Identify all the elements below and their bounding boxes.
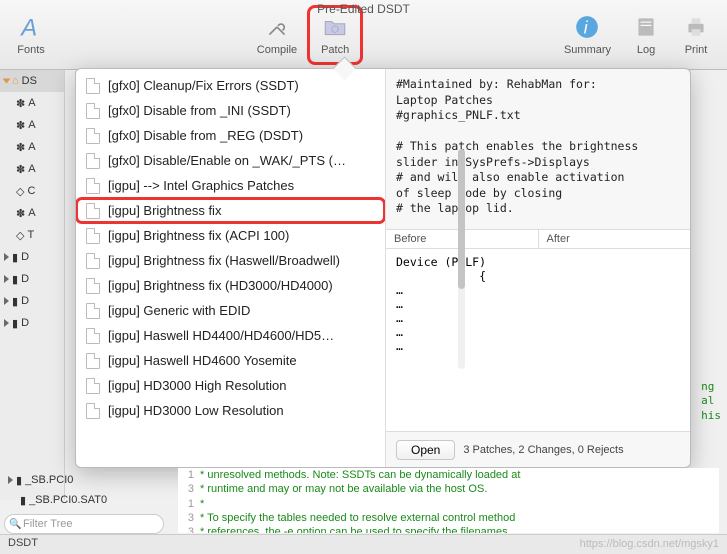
document-icon xyxy=(86,103,100,119)
printer-icon xyxy=(681,12,711,42)
after-col: After xyxy=(539,230,691,248)
document-icon xyxy=(86,228,100,244)
patch-list[interactable]: [gfx0] Cleanup/Fix Errors (SSDT) [gfx0] D… xyxy=(76,69,386,467)
patch-row[interactable]: [gfx0] Cleanup/Fix Errors (SSDT) xyxy=(76,73,385,98)
patch-row[interactable]: [igpu] --> Intel Graphics Patches xyxy=(76,173,385,198)
document-icon xyxy=(86,253,100,269)
document-icon xyxy=(86,278,100,294)
sidebar-item[interactable]: ◇ T xyxy=(0,224,64,246)
patch-row[interactable]: [gfx0] Disable/Enable on _WAK/_PTS (… xyxy=(76,148,385,173)
window-title: Pre-Edited DSDT xyxy=(0,2,727,16)
watermark: https://blog.csdn.net/mgsky1 xyxy=(580,538,719,550)
patch-row[interactable]: [gfx0] Disable from _INI (SSDT) xyxy=(76,98,385,123)
patch-label: [igpu] Brightness fix (ACPI 100) xyxy=(108,228,289,243)
sidebar: ⌂DS ✽ A ✽ A ✽ A ✽ A ◇ C ✽ A ◇ T ▮ D ▮ D … xyxy=(0,70,65,500)
patch-label: [igpu] Generic with EDID xyxy=(108,303,250,318)
scrollbar[interactable] xyxy=(458,149,465,369)
patch-label: [gfx0] Disable from _INI (SSDT) xyxy=(108,103,291,118)
fonts-icon: A xyxy=(16,12,46,42)
patch-label: [igpu] HD3000 High Resolution xyxy=(108,378,287,393)
patch-label: [igpu] Haswell HD4400/HD4600/HD5… xyxy=(108,328,334,343)
patch-label: [igpu] Brightness fix xyxy=(108,203,221,218)
document-icon xyxy=(86,203,100,219)
sidebar-item[interactable]: ✽ A xyxy=(0,136,64,158)
sidebar-item[interactable]: ◇ C xyxy=(0,180,64,202)
patch-label: [gfx0] Cleanup/Fix Errors (SSDT) xyxy=(108,78,299,93)
document-icon xyxy=(86,153,100,169)
document-icon xyxy=(86,403,100,419)
patch-label: [igpu] --> Intel Graphics Patches xyxy=(108,178,294,193)
open-button[interactable]: Open xyxy=(396,440,455,460)
toolbar: Pre-Edited DSDT A Fonts Compile Patch i … xyxy=(0,0,727,70)
patch-popover: [gfx0] Cleanup/Fix Errors (SSDT) [gfx0] D… xyxy=(75,68,691,468)
svg-text:A: A xyxy=(19,14,37,39)
patch-stats: 3 Patches, 2 Changes, 0 Rejects xyxy=(463,444,623,456)
patch-row[interactable]: [gfx0] Disable from _REG (DSDT) xyxy=(76,123,385,148)
sidebar-folder[interactable]: ▮ D xyxy=(0,268,64,290)
patch-row[interactable]: [igpu] Haswell HD4600 Yosemite xyxy=(76,348,385,373)
before-after-header: Before After xyxy=(386,229,690,249)
patch-folder-icon xyxy=(320,12,350,42)
diff-preview[interactable]: Device (PNLF) { … … … … … xyxy=(386,249,690,431)
patch-row[interactable]: [igpu] Generic with EDID xyxy=(76,298,385,323)
document-icon xyxy=(86,328,100,344)
document-icon xyxy=(86,353,100,369)
info-icon: i xyxy=(572,12,602,42)
sidebar-item[interactable]: ✽ A xyxy=(0,158,64,180)
patch-row[interactable]: [igpu] Brightness fix xyxy=(76,198,385,223)
tree-node[interactable]: ▮ _SB.PCI0 xyxy=(4,470,111,490)
patch-row[interactable]: [igpu] HD3000 Low Resolution xyxy=(76,398,385,423)
filter-tree-input[interactable]: Filter Tree xyxy=(4,514,164,534)
patch-row[interactable]: [igpu] Haswell HD4400/HD4600/HD5… xyxy=(76,323,385,348)
patch-description[interactable]: #Maintained by: RehabMan for: Laptop Pat… xyxy=(386,69,690,229)
patch-row[interactable]: [igpu] Brightness fix (Haswell/Broadwell… xyxy=(76,248,385,273)
document-icon xyxy=(86,78,100,94)
patch-label: [gfx0] Disable from _REG (DSDT) xyxy=(108,128,303,143)
home-icon: ⌂ xyxy=(12,75,19,87)
sidebar-folder[interactable]: ▮ D xyxy=(0,290,64,312)
tree-node[interactable]: ▮ _SB.PCI0.SAT0 xyxy=(4,490,111,510)
patch-label: [igpu] Brightness fix (HD3000/HD4000) xyxy=(108,278,333,293)
document-icon xyxy=(86,378,100,394)
log-icon xyxy=(631,12,661,42)
document-icon xyxy=(86,303,100,319)
code-editor[interactable]: 1 * unresolved methods. Note: SSDTs can … xyxy=(178,468,719,533)
patch-row[interactable]: [igpu] HD3000 High Resolution xyxy=(76,373,385,398)
sidebar-folder[interactable]: ▮ D xyxy=(0,246,64,268)
patch-label: [igpu] Brightness fix (Haswell/Broadwell… xyxy=(108,253,340,268)
sidebar-item[interactable]: ✽ A xyxy=(0,202,64,224)
code-fragment: ng al his xyxy=(701,380,721,423)
patch-label: [igpu] HD3000 Low Resolution xyxy=(108,403,284,418)
tree-nodes: ▮ _SB.PCI0 ▮ _SB.PCI0.SAT0 xyxy=(4,470,111,510)
tools-icon xyxy=(262,12,292,42)
document-icon xyxy=(86,178,100,194)
sidebar-root[interactable]: ⌂DS xyxy=(0,70,64,92)
patch-label: [igpu] Haswell HD4600 Yosemite xyxy=(108,353,297,368)
sidebar-folder[interactable]: ▮ D xyxy=(0,312,64,334)
patch-label: [gfx0] Disable/Enable on _WAK/_PTS (… xyxy=(108,153,346,168)
patch-row[interactable]: [igpu] Brightness fix (HD3000/HD4000) xyxy=(76,273,385,298)
patch-row[interactable]: [igpu] Brightness fix (ACPI 100) xyxy=(76,223,385,248)
document-icon xyxy=(86,128,100,144)
sidebar-item[interactable]: ✽ A xyxy=(0,114,64,136)
sidebar-item[interactable]: ✽ A xyxy=(0,92,64,114)
